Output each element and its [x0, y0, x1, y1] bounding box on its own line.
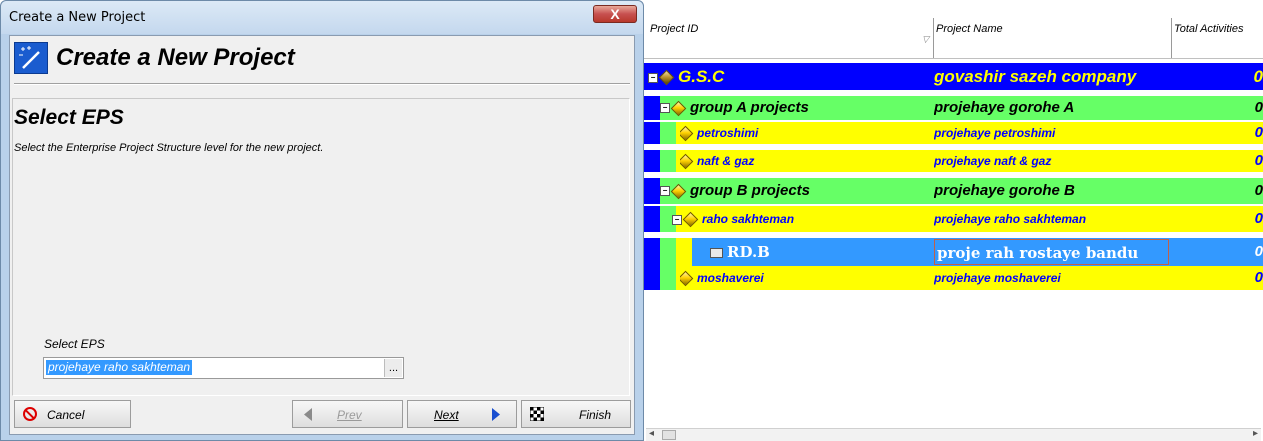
collapse-icon[interactable]: − — [648, 72, 658, 83]
eps-node-icon — [670, 100, 687, 116]
project-id-cell: petroshimi — [680, 122, 934, 144]
step-description: Select the Enterprise Project Structure … — [14, 142, 324, 154]
project-name-cell: projehaye petroshimi — [934, 126, 1056, 140]
prev-label: Prev — [337, 408, 362, 422]
table-row[interactable]: naft & gaz projehaye naft & gaz 0 — [644, 150, 1263, 172]
column-header-total-activities[interactable]: Total Activities — [1172, 18, 1263, 58]
close-icon: X — [610, 6, 620, 22]
table-row[interactable]: petroshimi projehaye petroshimi 0 — [644, 122, 1263, 144]
eps-browse-button[interactable]: ... — [384, 359, 402, 377]
total-activities-cell: 0 — [1254, 124, 1263, 141]
total-activities-cell: 0 — [1253, 67, 1263, 86]
project-id-cell: − group B projects — [660, 178, 934, 204]
prev-button[interactable]: Prev — [292, 400, 403, 428]
project-name-cell: projehaye raho sakhteman — [934, 212, 1087, 226]
column-header-project-name[interactable]: Project Name — [934, 18, 1172, 58]
wizard-header: Create a New Project — [10, 36, 634, 94]
close-button[interactable]: X — [593, 5, 637, 23]
table-row[interactable]: moshaverei projehaye moshaverei 0 — [644, 266, 1263, 290]
cancel-button[interactable]: Cancel — [14, 400, 131, 428]
wizard-title: Create a New Project — [56, 44, 295, 71]
project-id-text: raho sakhteman — [702, 212, 795, 226]
total-activities-cell: 0 — [1254, 210, 1263, 227]
project-id-text: group A projects — [690, 99, 809, 116]
step-title: Select EPS — [14, 106, 124, 129]
wizard-panel: Create a New Project Select EPS Select t… — [9, 35, 635, 435]
project-id-cell: naft & gaz — [680, 150, 934, 172]
arrow-left-icon — [304, 408, 312, 421]
project-name-cell: govashir sazeh company — [934, 67, 1137, 86]
table-row[interactable]: − group A projects projehaye gorohe A 0 — [644, 96, 1263, 120]
horizontal-scrollbar[interactable]: ◂ ▸ — [646, 428, 1261, 441]
project-id-text: group B projects — [690, 182, 811, 199]
scroll-right-icon[interactable]: ▸ — [1253, 428, 1258, 439]
checkered-flag-icon — [530, 407, 544, 421]
project-name-cell: projehaye moshaverei — [934, 271, 1061, 285]
next-label: Next — [434, 408, 459, 422]
collapse-icon[interactable]: − — [660, 103, 670, 114]
project-folder-icon — [710, 248, 723, 258]
project-id-cell: − G.S.C — [648, 63, 934, 90]
total-activities-cell: 0 — [1254, 182, 1263, 199]
project-id-cell: − group A projects — [660, 96, 934, 120]
project-id-cell: RD.B — [710, 238, 934, 266]
eps-field[interactable]: projehaye raho sakhteman ... — [43, 357, 404, 379]
cancel-label: Cancel — [47, 408, 85, 422]
scroll-left-icon[interactable]: ◂ — [649, 428, 654, 439]
total-activities-cell: 0 — [1254, 269, 1263, 286]
table-row[interactable]: − raho sakhteman projehaye raho sakhteman… — [644, 206, 1263, 232]
create-project-dialog: Create a New Project X Create a New Proj… — [0, 0, 644, 441]
column-header-label: Project ID — [650, 23, 699, 35]
project-id-text: RD.B — [727, 243, 770, 261]
project-name-cell: projehaye naft & gaz — [934, 154, 1052, 168]
project-id-text: naft & gaz — [697, 154, 755, 168]
total-activities-cell: 0 — [1254, 99, 1263, 116]
eps-field-value[interactable]: projehaye raho sakhteman — [46, 360, 193, 375]
total-activities-cell: 0 — [1254, 152, 1263, 169]
project-id-cell: moshaverei — [680, 266, 934, 290]
eps-node-icon — [658, 69, 675, 86]
finish-label: Finish — [579, 408, 612, 422]
column-header-label: Total Activities — [1174, 23, 1244, 35]
column-header-project-id[interactable]: Project ID ▽ — [648, 18, 934, 58]
eps-node-icon — [680, 271, 694, 287]
column-header-label: Project Name — [936, 23, 1003, 35]
grid-header: Project ID ▽ Project Name Total Activiti… — [644, 18, 1263, 59]
collapse-icon[interactable]: − — [672, 214, 682, 225]
project-name-cell[interactable]: proje rah rostaye bandu — [934, 239, 1169, 265]
scrollbar-thumb[interactable] — [662, 430, 676, 440]
sort-indicator-icon: ▽ — [922, 34, 929, 44]
project-name-cell: projehaye gorohe A — [934, 99, 1075, 116]
eps-node-icon — [670, 183, 687, 199]
eps-node-icon — [682, 212, 699, 228]
table-row[interactable]: RD.B proje rah rostaye bandu 0 — [644, 238, 1263, 266]
table-row[interactable]: − group B projects projehaye gorohe B 0 — [644, 178, 1263, 204]
project-id-text: G.S.C — [678, 67, 725, 86]
finish-button[interactable]: Finish — [521, 400, 631, 428]
project-grid: Project ID ▽ Project Name Total Activiti… — [644, 0, 1263, 441]
eps-field-label: Select EPS — [44, 337, 105, 351]
project-name-cell: projehaye gorohe B — [934, 182, 1075, 199]
project-id-text: petroshimi — [697, 126, 759, 140]
window-title: Create a New Project — [9, 10, 146, 25]
table-row[interactable]: − G.S.C govashir sazeh company 0 — [644, 63, 1263, 90]
eps-node-icon — [680, 126, 694, 142]
project-id-cell: − raho sakhteman — [672, 206, 934, 232]
dialog-titlebar[interactable]: Create a New Project X — [1, 1, 643, 34]
header-divider — [14, 83, 630, 85]
eps-node-icon — [680, 154, 694, 170]
cancel-icon — [23, 407, 37, 421]
project-id-text: moshaverei — [697, 271, 764, 285]
magic-wand-icon — [14, 42, 48, 74]
arrow-right-icon — [492, 408, 500, 421]
total-activities-cell: 0 — [1254, 243, 1263, 260]
collapse-icon[interactable]: − — [660, 186, 670, 197]
next-button[interactable]: Next — [407, 400, 517, 428]
